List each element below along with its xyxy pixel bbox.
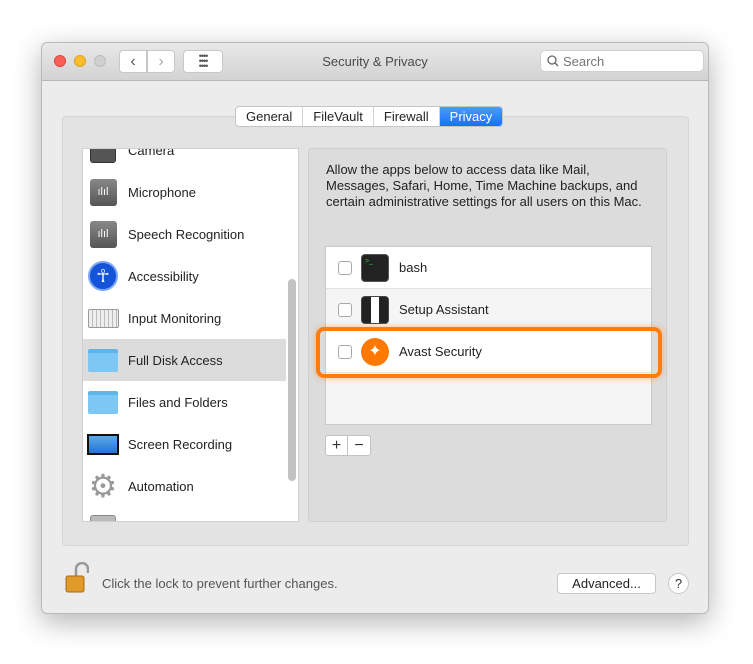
description-text: Allow the apps below to access data like… xyxy=(326,162,642,209)
tab-general[interactable]: General xyxy=(236,107,304,126)
app-name: bash xyxy=(399,260,428,275)
display-icon xyxy=(87,430,119,458)
sidebar-item-full-disk-access[interactable]: Full Disk Access xyxy=(83,339,286,381)
title-bar: ‹ › •••• •••• •••• Security & Privacy xyxy=(42,43,708,81)
sidebar-item-speech-recognition[interactable]: ılıl Speech Recognition xyxy=(83,213,286,255)
gear-icon: ⚙ xyxy=(88,468,118,504)
keyboard-icon xyxy=(87,304,119,332)
checkbox[interactable] xyxy=(338,260,352,275)
advanced-button[interactable]: Advanced... xyxy=(557,573,656,594)
tab-firewall[interactable]: Firewall xyxy=(374,107,440,126)
sidebar-item-label: Speech Recognition xyxy=(128,226,245,242)
sidebar-item-input-monitoring[interactable]: Input Monitoring xyxy=(83,297,286,339)
help-button[interactable]: ? xyxy=(668,573,689,594)
app-name: Setup Assistant xyxy=(399,302,489,317)
remove-button[interactable]: − xyxy=(348,436,370,455)
lock-text: Click the lock to prevent further change… xyxy=(102,576,338,591)
sidebar-item-screen-recording[interactable]: Screen Recording xyxy=(83,423,286,465)
app-row-bash[interactable]: >_ bash xyxy=(326,247,651,289)
sidebar-item-label: Files and Folders xyxy=(128,394,228,410)
sidebar-item-microphone[interactable]: ılıl Microphone xyxy=(83,171,286,213)
folder-icon xyxy=(87,388,119,416)
highlight-outline xyxy=(316,327,662,378)
search-input[interactable] xyxy=(563,53,693,69)
security-privacy-window: ‹ › •••••••••••• Security & Privacy Gene… xyxy=(41,42,709,614)
sidebar-item-label: Input Monitoring xyxy=(128,310,222,326)
folder-icon xyxy=(87,346,119,374)
speech-icon: ılıl xyxy=(87,220,119,248)
tab-filevault[interactable]: FileVault xyxy=(303,107,374,126)
tab-bar: General FileVault Firewall Privacy xyxy=(235,106,504,127)
lock-icon[interactable] xyxy=(65,561,90,597)
sidebar-item-label: Automation xyxy=(128,478,194,494)
microphone-icon: ılıl xyxy=(87,178,119,206)
sidebar-item-label: Screen Recording xyxy=(128,436,233,452)
privacy-category-list: Camera ılıl Microphone ılıl Speech Recogni… xyxy=(82,148,299,522)
camera-icon xyxy=(87,149,119,164)
scrollbar[interactable] xyxy=(288,279,296,481)
search-field[interactable] xyxy=(540,50,704,72)
tab-privacy[interactable]: Privacy xyxy=(439,107,503,126)
checkbox[interactable] xyxy=(338,302,352,317)
sidebar-item-label: Camera xyxy=(128,148,175,158)
sidebar-item-automation[interactable]: ⚙ Automation xyxy=(83,465,286,507)
sidebar-item-partial[interactable] xyxy=(83,507,286,521)
app-row-setup-assistant[interactable]: Setup Assistant xyxy=(326,289,651,331)
accessibility-icon: ☥ xyxy=(87,261,119,291)
terminal-icon: >_ xyxy=(361,253,389,282)
tuxedo-icon xyxy=(361,295,389,324)
add-button[interactable]: + xyxy=(326,436,348,455)
analytics-icon xyxy=(87,514,119,521)
sidebar-item-camera[interactable]: Camera xyxy=(83,148,286,171)
sidebar-item-label: Microphone xyxy=(128,184,196,200)
add-remove-buttons: + − xyxy=(325,435,371,456)
sidebar-item-files-and-folders[interactable]: Files and Folders xyxy=(83,381,286,423)
search-icon xyxy=(547,55,559,67)
sidebar-item-label: Full Disk Access xyxy=(128,352,223,368)
sidebar-item-accessibility[interactable]: ☥ Accessibility xyxy=(83,255,286,297)
sidebar-item-label: Accessibility xyxy=(128,268,199,284)
